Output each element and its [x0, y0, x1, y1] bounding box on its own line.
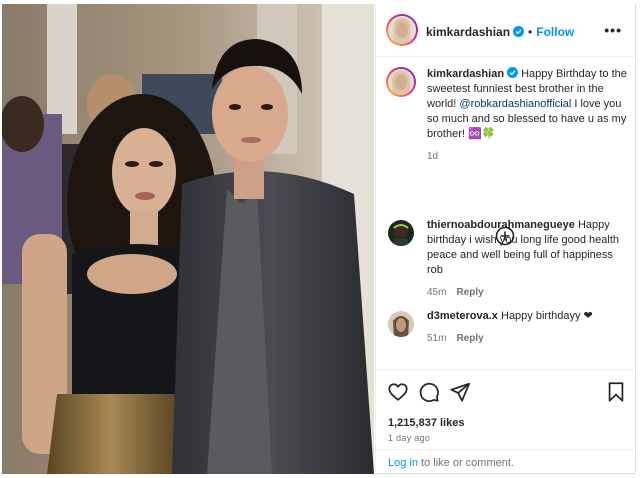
post-photo-image: [2, 4, 374, 474]
comment-age: 51m: [427, 333, 447, 344]
more-options-button[interactable]: •••: [604, 22, 622, 38]
reply-button[interactable]: Reply: [456, 333, 483, 344]
follow-button[interactable]: Follow: [536, 25, 574, 39]
post-actions: 1,215,837 likes 1 day ago Log in to like…: [376, 369, 636, 475]
reply-button[interactable]: Reply: [456, 287, 483, 298]
author-avatar[interactable]: [386, 14, 418, 46]
commenter-avatar[interactable]: [388, 220, 414, 246]
login-prompt: Log in to like or comment.: [376, 449, 636, 476]
login-prompt-text: to like or comment.: [421, 457, 514, 469]
separator-dot: •: [528, 25, 533, 39]
comment-text: Happy birthdayy ❤: [501, 310, 593, 322]
share-icon[interactable]: [449, 381, 471, 403]
post-timestamp: 1 day ago: [388, 433, 431, 443]
verified-badge-icon: [513, 26, 525, 37]
verified-badge-icon: [507, 67, 519, 78]
post-photo[interactable]: [2, 4, 374, 474]
author-username[interactable]: kimkardashian: [426, 25, 510, 39]
bookmark-icon[interactable]: [605, 381, 627, 403]
author-line: kimkardashian • Follow: [426, 23, 574, 41]
comments-section: kimkardashian Happy Birthday to the swee…: [376, 57, 636, 369]
likes-count[interactable]: 1,215,837 likes: [388, 417, 464, 429]
caption-text: kimkardashian Happy Birthday to the swee…: [427, 67, 627, 164]
heart-icon[interactable]: [387, 381, 409, 403]
post-dialog: kimkardashian • Follow ••• kimkardashian H…: [0, 0, 640, 478]
commenter-username[interactable]: d3meterova.x: [427, 310, 498, 322]
caption-username[interactable]: kimkardashian: [427, 68, 504, 80]
post-header: kimkardashian • Follow •••: [376, 4, 636, 57]
login-link[interactable]: Log in: [388, 457, 418, 469]
caption-avatar[interactable]: [386, 67, 416, 97]
post-details-panel: kimkardashian • Follow ••• kimkardashian H…: [375, 4, 636, 474]
comment-age: 45m: [427, 287, 447, 298]
commenter-avatar[interactable]: [388, 311, 414, 337]
caption-mention-link[interactable]: @robkardashianofficial: [459, 98, 571, 110]
commenter-username[interactable]: thiernoabdourahmanegueye: [427, 219, 575, 231]
comment-icon[interactable]: [418, 381, 440, 403]
caption-age: 1d: [427, 151, 439, 162]
